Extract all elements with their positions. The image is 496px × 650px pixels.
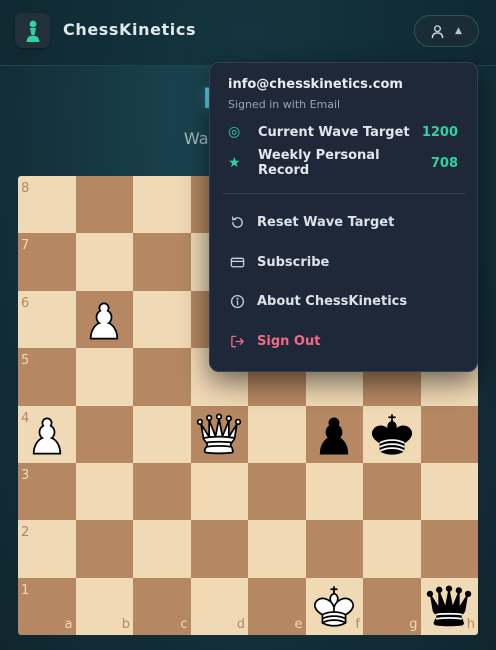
square-a7[interactable]: 7 bbox=[18, 233, 76, 291]
square-g3[interactable] bbox=[363, 462, 421, 521]
rank-label: 4 bbox=[21, 410, 30, 426]
square-b3[interactable] bbox=[75, 462, 133, 521]
square-f4[interactable] bbox=[305, 405, 363, 463]
sign-out-item[interactable]: Sign Out bbox=[230, 330, 460, 352]
rank-label: 8 bbox=[21, 181, 30, 196]
menu-item-label: Sign Out bbox=[257, 333, 321, 349]
reset-wave-target-item[interactable]: Reset Wave Target bbox=[230, 211, 460, 233]
black-king-icon[interactable] bbox=[366, 408, 418, 460]
square-c7[interactable] bbox=[133, 233, 191, 291]
square-e4[interactable] bbox=[248, 405, 306, 463]
subscribe-item[interactable]: Subscribe bbox=[230, 251, 460, 273]
chess-pawn-icon bbox=[26, 20, 39, 42]
brand-name: ChessKinetics bbox=[63, 20, 197, 39]
file-label: b bbox=[121, 617, 130, 633]
square-a1[interactable]: 1a bbox=[18, 577, 76, 635]
file-label: d bbox=[236, 617, 245, 633]
square-d1[interactable]: d bbox=[190, 577, 248, 635]
stat-value: 1200 bbox=[421, 124, 458, 140]
square-a4[interactable]: 4 bbox=[18, 405, 76, 463]
reset-icon bbox=[231, 216, 243, 228]
square-b6[interactable] bbox=[75, 290, 133, 349]
menu-divider bbox=[222, 193, 466, 194]
chevron-up-icon: ▲ bbox=[455, 26, 462, 36]
user-icon bbox=[431, 24, 444, 38]
file-label: a bbox=[64, 617, 73, 633]
square-g4[interactable] bbox=[363, 405, 421, 463]
target-icon: ◎ bbox=[228, 124, 241, 140]
square-g1[interactable]: g bbox=[363, 577, 421, 635]
square-e3[interactable] bbox=[248, 462, 306, 521]
square-a6[interactable]: 6 bbox=[18, 290, 76, 349]
square-d4[interactable] bbox=[190, 405, 248, 463]
rank-label: 6 bbox=[21, 295, 30, 311]
file-label: e bbox=[294, 617, 303, 633]
rank-label: 5 bbox=[21, 353, 30, 369]
square-c4[interactable] bbox=[133, 405, 191, 463]
app-header: ChessKinetics ▲ bbox=[0, 0, 496, 66]
stat-current-wave-target: ◎ Current Wave Target 1200 bbox=[228, 123, 458, 141]
rank-label: 1 bbox=[21, 582, 30, 598]
sign-out-icon bbox=[231, 335, 244, 347]
menu-item-label: Subscribe bbox=[257, 254, 330, 270]
square-h4[interactable] bbox=[420, 405, 478, 463]
square-b2[interactable] bbox=[75, 520, 133, 578]
square-a3[interactable]: 3 bbox=[18, 462, 76, 521]
black-pawn-icon[interactable] bbox=[308, 408, 360, 460]
square-c3[interactable] bbox=[133, 462, 191, 521]
stat-value: 708 bbox=[430, 155, 458, 171]
square-b1[interactable]: b bbox=[75, 577, 133, 635]
square-a2[interactable]: 2 bbox=[18, 520, 76, 578]
square-d3[interactable] bbox=[190, 462, 248, 521]
file-label: h bbox=[466, 617, 475, 633]
rank-label: 3 bbox=[21, 467, 30, 483]
square-b4[interactable] bbox=[75, 405, 133, 463]
white-king-icon[interactable] bbox=[308, 580, 360, 632]
square-e2[interactable] bbox=[248, 520, 306, 578]
menu-item-label: About ChessKinetics bbox=[257, 293, 408, 309]
card-icon bbox=[230, 257, 245, 267]
star-icon: ★ bbox=[228, 155, 241, 171]
stat-label: Current Wave Target bbox=[258, 124, 410, 140]
info-icon bbox=[230, 294, 245, 308]
square-c1[interactable]: c bbox=[133, 577, 191, 635]
app-logo[interactable] bbox=[15, 13, 50, 48]
rank-label: 7 bbox=[21, 238, 30, 254]
file-label: f bbox=[355, 617, 360, 633]
square-f3[interactable] bbox=[305, 462, 363, 521]
square-d2[interactable] bbox=[190, 520, 248, 578]
square-c6[interactable] bbox=[133, 290, 191, 349]
square-f2[interactable] bbox=[305, 520, 363, 578]
square-h1[interactable]: h bbox=[420, 577, 478, 635]
square-e1[interactable]: e bbox=[248, 577, 306, 635]
square-b8[interactable] bbox=[75, 176, 133, 234]
file-label: c bbox=[180, 617, 188, 633]
square-a8[interactable]: 8 bbox=[18, 176, 76, 234]
square-f1[interactable]: f bbox=[305, 577, 363, 635]
sign-in-method: Signed in with Email bbox=[228, 98, 341, 111]
stat-weekly-personal-record: ★ Weekly Personal Record 708 bbox=[228, 148, 458, 178]
white-queen-icon[interactable] bbox=[193, 408, 245, 460]
file-label: g bbox=[409, 617, 418, 633]
stat-label: Weekly Personal Record bbox=[258, 148, 380, 178]
white-pawn-icon[interactable] bbox=[78, 293, 130, 345]
square-a5[interactable]: 5 bbox=[18, 348, 76, 406]
square-b5[interactable] bbox=[75, 348, 133, 406]
menu-item-label: Reset Wave Target bbox=[257, 214, 395, 230]
user-email: info@chesskinetics.com bbox=[228, 77, 403, 92]
square-h2[interactable] bbox=[420, 520, 478, 578]
square-c8[interactable] bbox=[133, 176, 191, 234]
about-item[interactable]: About ChessKinetics bbox=[230, 290, 460, 312]
rank-label: 2 bbox=[21, 525, 30, 541]
user-menu-button[interactable]: ▲ bbox=[414, 15, 479, 47]
user-dropdown-menu: info@chesskinetics.com Signed in with Em… bbox=[209, 62, 478, 372]
square-c2[interactable] bbox=[133, 520, 191, 578]
square-h3[interactable] bbox=[420, 462, 478, 521]
square-c5[interactable] bbox=[133, 348, 191, 406]
square-b7[interactable] bbox=[75, 233, 133, 291]
square-g2[interactable] bbox=[363, 520, 421, 578]
